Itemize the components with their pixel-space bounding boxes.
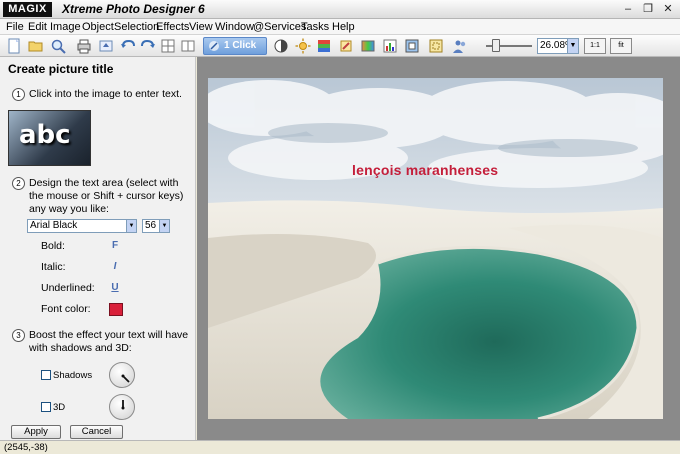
crop-icon[interactable]: [428, 38, 444, 54]
shadows-checkbox[interactable]: [41, 370, 51, 380]
contrast-icon[interactable]: [273, 38, 289, 54]
redo-icon[interactable]: [140, 38, 156, 54]
brightness-icon[interactable]: [295, 38, 311, 54]
one-click-button[interactable]: 1 Click: [203, 37, 267, 55]
magix-logo: MAGIX: [3, 2, 52, 17]
chart-tool-icon[interactable]: [382, 38, 398, 54]
export-icon[interactable]: [98, 38, 114, 54]
threed-direction-dial[interactable]: [109, 394, 135, 420]
step-3-text: Boost the effect your text will have wit…: [29, 329, 189, 354]
status-bar: (2545,-38): [0, 440, 680, 454]
frame-tool-icon[interactable]: [404, 38, 420, 54]
open-folder-icon[interactable]: [28, 38, 44, 54]
close-button[interactable]: ✕: [660, 2, 676, 17]
print-icon[interactable]: [76, 38, 92, 54]
panel-title: Create picture title: [8, 62, 114, 76]
apply-button[interactable]: Apply: [11, 425, 61, 439]
font-color-swatch[interactable]: [109, 303, 123, 316]
italic-label: Italic:: [41, 261, 66, 273]
menu-window[interactable]: Window: [215, 20, 254, 34]
step-2-number: 2: [12, 177, 25, 190]
step-1-number: 1: [12, 88, 25, 101]
one-click-label: 1 Click: [224, 40, 257, 51]
step-2-text: Design the text area (select with the mo…: [29, 177, 184, 215]
font-size-select[interactable]: 56 ▼: [142, 219, 170, 233]
new-icon[interactable]: [6, 38, 22, 54]
menu-file[interactable]: File: [6, 20, 24, 34]
undo-icon[interactable]: [120, 38, 136, 54]
cancel-button[interactable]: Cancel: [70, 425, 123, 439]
underline-toggle[interactable]: U: [110, 283, 120, 293]
search-image-icon[interactable]: [50, 38, 66, 54]
menu-object[interactable]: Object: [82, 20, 114, 34]
font-value: Arial Black: [30, 220, 78, 231]
bold-toggle[interactable]: F: [110, 241, 120, 251]
italic-toggle[interactable]: I: [110, 262, 120, 272]
minimize-button[interactable]: –: [620, 2, 636, 17]
chevron-down-icon: ▼: [159, 220, 169, 232]
zoom-slider-thumb[interactable]: [492, 39, 500, 52]
threed-checkbox[interactable]: [41, 402, 51, 412]
menu-bar: File Edit Image Object Selection Effects…: [0, 19, 680, 35]
cursor-coordinates: (2545,-38): [4, 442, 48, 453]
dune-lagoon-photo: [208, 78, 663, 419]
step-1-text: Click into the image to enter text.: [29, 88, 182, 100]
thumbnail-text: abc: [19, 120, 71, 150]
gradient-icon[interactable]: [360, 38, 376, 54]
zoom-select[interactable]: 26.08% ▼: [537, 38, 579, 54]
menu-edit[interactable]: Edit: [28, 20, 47, 34]
grid-view-icon[interactable]: [160, 38, 176, 54]
text-preview-thumbnail: abc: [8, 110, 91, 166]
font-color-label: Font color:: [41, 303, 91, 315]
photo-canvas[interactable]: lençois maranhenses: [208, 78, 663, 419]
compare-view-icon[interactable]: [180, 38, 196, 54]
zoom-fit-button[interactable]: fit: [610, 38, 632, 54]
toolbar: 1 Click 26.08% ▼ 1:1 fit: [0, 35, 680, 57]
color-balance-icon[interactable]: [316, 38, 332, 54]
bold-label: Bold:: [41, 240, 65, 252]
shadow-direction-dial[interactable]: [109, 362, 135, 388]
font-select[interactable]: Arial Black ▼: [27, 219, 137, 233]
menu-image[interactable]: Image: [50, 20, 81, 34]
menu-services[interactable]: @Services: [253, 20, 306, 34]
chevron-down-icon: ▼: [126, 220, 136, 232]
retouch-icon[interactable]: [338, 38, 354, 54]
shadows-label: Shadows: [53, 370, 93, 381]
menu-view[interactable]: View: [189, 20, 213, 34]
menu-effects[interactable]: Effects: [156, 20, 189, 34]
picture-title-text[interactable]: lençois maranhenses: [352, 162, 498, 178]
maximize-button[interactable]: ❐: [640, 2, 656, 17]
wand-icon: [209, 41, 219, 51]
menu-help[interactable]: Help: [332, 20, 355, 34]
underlined-label: Underlined:: [41, 282, 95, 294]
threed-label: 3D: [53, 402, 66, 413]
font-size-value: 56: [145, 220, 157, 231]
zoom-actual-size-button[interactable]: 1:1: [584, 38, 606, 54]
chevron-down-icon: ▼: [567, 39, 578, 53]
image-workspace[interactable]: lençois maranhenses: [197, 57, 680, 440]
app-title: Xtreme Photo Designer 6: [62, 2, 205, 16]
menu-selection[interactable]: Selection: [114, 20, 159, 34]
title-bar: MAGIX Xtreme Photo Designer 6 – ❐ ✕: [0, 0, 680, 19]
title-panel: Create picture title 1 Click into the im…: [0, 57, 196, 440]
step-3-number: 3: [12, 329, 25, 342]
menu-tasks[interactable]: Tasks: [301, 20, 329, 34]
people-icon[interactable]: [452, 38, 468, 54]
